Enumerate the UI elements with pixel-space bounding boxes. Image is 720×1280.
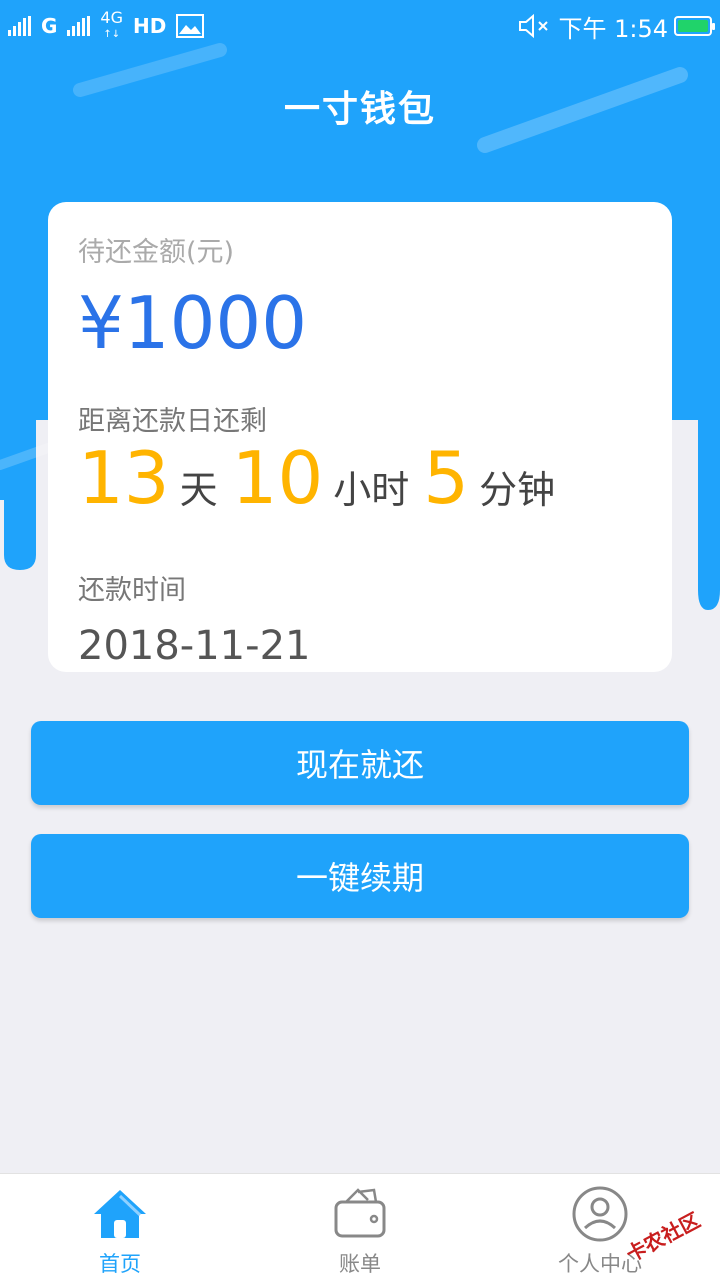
renew-button[interactable]: 一键续期 [31, 834, 689, 918]
countdown: 13 天 10 小时 5 分钟 [78, 438, 642, 530]
countdown-hours-unit: 小时 [333, 468, 410, 512]
wallet-icon [334, 1188, 386, 1238]
tab-bills-label: 账单 [339, 1252, 381, 1276]
loan-summary-card: 待还金额(元) ¥1000 距离还款日还剩 13 天 10 小时 5 分钟 还款… [48, 202, 672, 672]
signal-icon [8, 16, 31, 36]
watermark-logo: 卡农社区 [622, 1208, 704, 1267]
network-4g-label: 4G ↑↓ [100, 7, 123, 40]
status-bar: G 4G ↑↓ HD 下午 1:54 [0, 0, 720, 52]
mute-icon [519, 13, 549, 39]
signal-icon-2 [67, 16, 91, 36]
tab-home[interactable]: 首页 [0, 1174, 240, 1280]
battery-icon [674, 16, 715, 36]
clock: 下午 1:54 [558, 14, 668, 43]
hd-label: HD [133, 14, 167, 38]
tab-home-label: 首页 [99, 1252, 141, 1276]
countdown-minutes: 5 [423, 436, 470, 520]
page-title: 一寸钱包 [283, 89, 436, 130]
countdown-minutes-unit: 分钟 [479, 468, 556, 512]
countdown-hours: 10 [231, 436, 324, 520]
network-g-label: G [41, 14, 58, 38]
due-date-value: 2018-11-21 [78, 623, 311, 669]
tab-bills[interactable]: 账单 [240, 1174, 480, 1280]
svg-text:卡农社区: 卡农社区 [622, 1208, 704, 1267]
image-icon [176, 14, 205, 38]
home-icon [94, 1190, 146, 1238]
countdown-days: 13 [78, 436, 170, 520]
amount-value: ¥1000 [78, 281, 308, 365]
due-date-label: 还款时间 [78, 575, 186, 606]
repay-now-button[interactable]: 现在就还 [31, 721, 689, 805]
countdown-label: 距离还款日还剩 [78, 406, 267, 437]
app-screen: G 4G ↑↓ HD 下午 1:54 一寸钱包 待还金额(元) ¥1000 距离还… [0, 0, 720, 1280]
countdown-days-unit: 天 [179, 468, 218, 512]
amount-label: 待还金额(元) [78, 237, 235, 268]
